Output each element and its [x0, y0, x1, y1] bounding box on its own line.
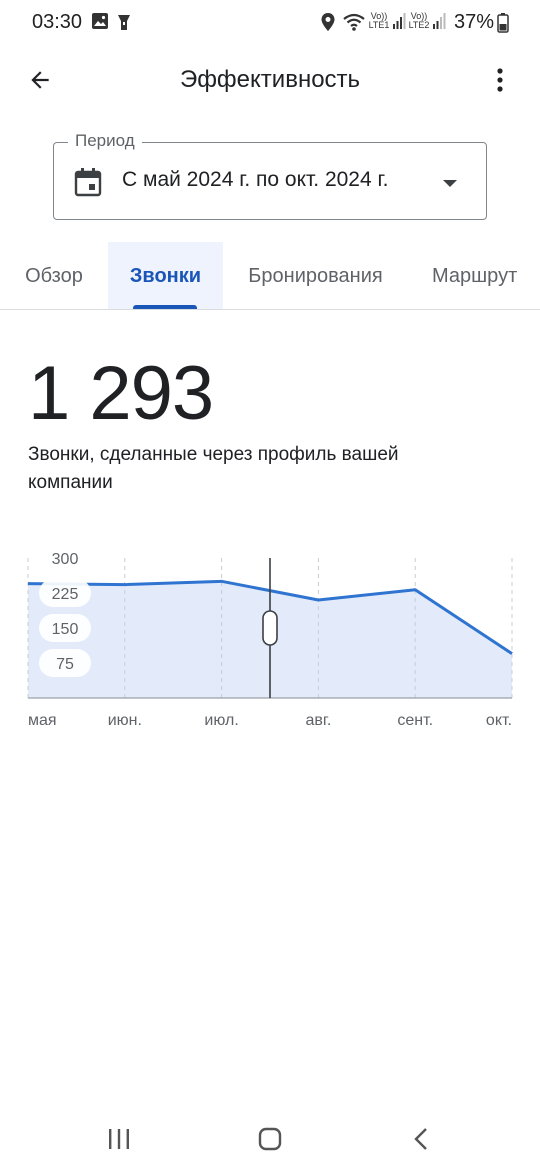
chart-y-tick-label: 225	[52, 586, 79, 603]
calls-chart[interactable]: 300 225 150 75 мая июн. июл. авг. сент. окт.	[0, 540, 540, 740]
nav-back-icon	[414, 1128, 427, 1150]
period-value: С май 2024 г. по окт. 2024 г.	[122, 168, 389, 191]
chart-x-tick-label: мая	[28, 712, 57, 729]
period-label: Период	[68, 131, 142, 151]
status-time: 03:30	[32, 11, 83, 33]
signal-2-icon	[432, 12, 446, 35]
chart-x-tick-label: сент.	[397, 712, 433, 729]
signal-1-icon	[392, 12, 406, 35]
chart-y-tick-label: 150	[52, 621, 79, 638]
tab-route[interactable]: Маршрут	[408, 242, 540, 309]
more-vert-icon	[497, 68, 503, 92]
battery-icon	[497, 13, 509, 38]
chart-y-tick-label: 75	[56, 656, 74, 673]
volte1-indicator: Vo)) LTE1	[368, 11, 390, 30]
home-button[interactable]	[248, 1122, 292, 1156]
wifi-icon	[342, 12, 366, 37]
chart-scrubber-handle[interactable]	[262, 610, 278, 646]
period-dropdown[interactable]: С май 2024 г. по окт. 2024 г.	[53, 142, 487, 220]
calls-count: 1 293	[28, 351, 214, 436]
tab-overview[interactable]: Обзор	[0, 242, 108, 309]
chart-x-tick-label: авг.	[306, 712, 332, 729]
location-icon	[320, 12, 336, 37]
status-bar: 03:30 Vo)) LTE1 Vo)) LTE2 37%	[0, 0, 540, 44]
calls-description: Звонки, сделанные через профиль вашей ко…	[28, 444, 399, 493]
flashlight-icon	[116, 12, 132, 37]
system-nav-bar	[0, 1110, 540, 1170]
page-title: Эффективность	[179, 66, 361, 93]
calls-chart-svg: 300 225 150 75 мая июн. июл. авг. сент. окт.	[27, 551, 513, 729]
nav-back-button[interactable]	[399, 1122, 443, 1156]
tab-calls[interactable]: Звонки	[108, 242, 223, 309]
tab-bar: Обзор Звонки Бронирования Маршрут	[0, 242, 540, 310]
chart-x-tick-label: июн.	[108, 712, 142, 729]
app-bar: Эффективность	[0, 44, 540, 114]
image-icon	[91, 12, 109, 35]
home-icon	[258, 1127, 282, 1151]
more-options-button[interactable]	[478, 58, 522, 102]
recent-apps-icon	[109, 1129, 129, 1149]
battery-percent: 37%	[454, 11, 495, 33]
recent-apps-button[interactable]	[97, 1122, 141, 1156]
tab-bookings[interactable]: Бронирования	[223, 242, 408, 309]
chart-y-tick-label: 300	[52, 551, 79, 568]
calendar-icon	[74, 167, 102, 202]
chart-x-tick-label: окт.	[486, 712, 512, 729]
volte2-indicator: Vo)) LTE2	[408, 11, 430, 30]
dropdown-arrow-icon	[442, 176, 458, 194]
active-tab-indicator	[133, 305, 197, 309]
chart-x-tick-label: июл.	[204, 712, 238, 729]
